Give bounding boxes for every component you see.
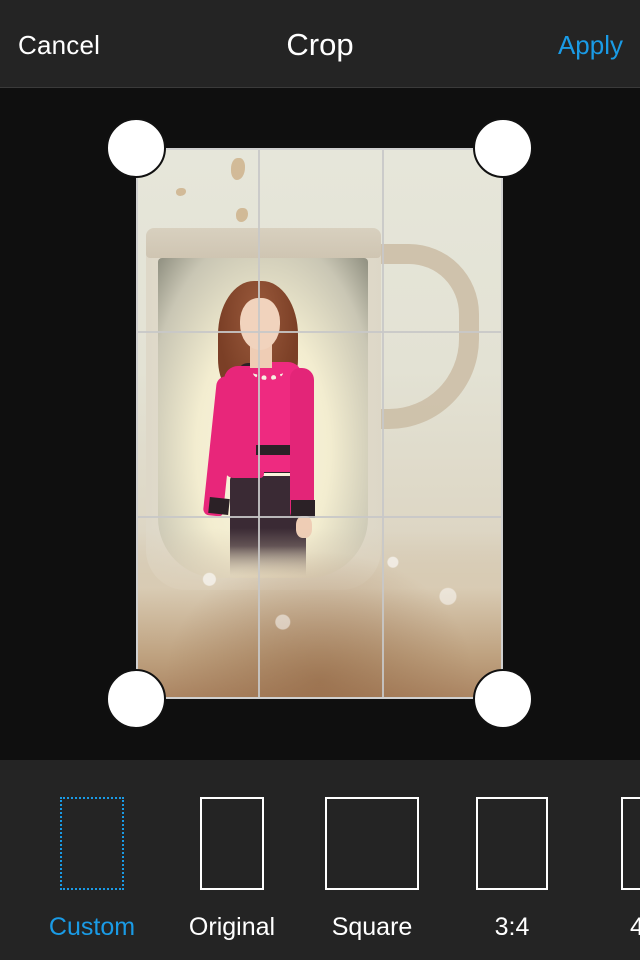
grid-line-vertical <box>382 150 384 697</box>
aspect-option-custom[interactable]: Custom <box>0 760 180 960</box>
crop-handle-top-left[interactable] <box>106 118 166 178</box>
navigation-bar: Cancel Crop Apply <box>0 0 640 88</box>
crop-canvas <box>0 89 640 760</box>
grid-line-horizontal <box>138 516 501 518</box>
square-icon <box>325 797 419 890</box>
grid-line-horizontal <box>138 331 501 333</box>
page-title: Crop <box>286 27 354 62</box>
aspect-option-label: Square <box>331 913 413 941</box>
aspect-ratio-toolbar: Custom Original Square 3:4 4 <box>0 760 640 960</box>
crop-frame[interactable] <box>136 148 503 699</box>
aspect-option-label: 4 <box>630 913 640 941</box>
crop-handle-bottom-right[interactable] <box>473 669 533 729</box>
portrait-rectangle-icon <box>200 797 264 890</box>
portrait-rectangle-icon <box>621 797 640 890</box>
portrait-rectangle-icon <box>476 797 548 890</box>
aspect-option-label: 3:4 <box>494 913 530 941</box>
crop-handle-bottom-left[interactable] <box>106 669 166 729</box>
dotted-rectangle-icon <box>60 797 124 890</box>
grid-line-vertical <box>258 150 260 697</box>
aspect-option-label: Original <box>188 913 276 941</box>
crop-handle-top-right[interactable] <box>473 118 533 178</box>
apply-button[interactable]: Apply <box>558 30 623 61</box>
aspect-option-label: Custom <box>48 913 136 941</box>
